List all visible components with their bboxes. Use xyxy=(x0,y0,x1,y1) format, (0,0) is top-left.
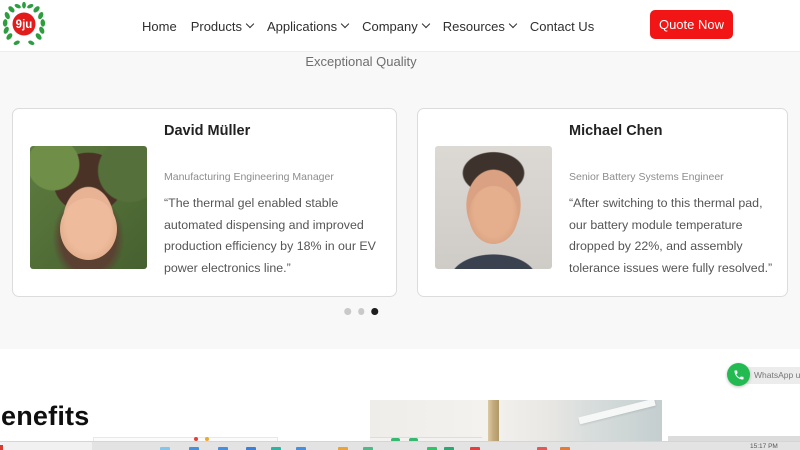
chevron-down-icon xyxy=(422,20,430,28)
logo-text: 9ju xyxy=(16,19,33,31)
section-heading: Exceptional Quality xyxy=(305,54,416,69)
nav-item-company[interactable]: Company xyxy=(362,19,429,34)
quote-now-button[interactable]: Quote Now xyxy=(650,10,733,39)
testimonial-card: David Müller Manufacturing Engineering M… xyxy=(12,108,397,297)
nav-item-resources[interactable]: Resources xyxy=(443,19,516,34)
nav-label: Contact Us xyxy=(530,19,594,34)
carousel-dot-3-active[interactable] xyxy=(371,308,378,315)
testimonials-section: Exceptional Quality David Müller Manufac… xyxy=(0,52,800,349)
site-logo[interactable]: 9ju xyxy=(1,2,47,48)
taskbar-left-segment xyxy=(0,442,92,450)
taskbar-clock[interactable]: 15:17 PM xyxy=(750,443,794,450)
testimonial-role: Manufacturing Engineering Manager xyxy=(164,171,334,183)
phone-icon xyxy=(733,369,745,381)
nav-item-contact-us[interactable]: Contact Us xyxy=(530,19,594,34)
nav-label: Home xyxy=(142,19,177,34)
laurel-logo-icon: 9ju xyxy=(1,2,47,48)
chevron-down-icon xyxy=(509,20,517,28)
chevron-down-icon xyxy=(246,20,254,28)
whatsapp-button[interactable] xyxy=(727,363,750,386)
nav-label: Products xyxy=(191,19,242,34)
taskbar-accent xyxy=(0,445,3,450)
testimonial-photo xyxy=(435,146,552,269)
nav-item-home[interactable]: Home xyxy=(142,19,177,34)
nav-label: Applications xyxy=(267,19,337,34)
testimonial-name: Michael Chen xyxy=(569,123,662,139)
nav-label: Resources xyxy=(443,19,505,34)
nav-item-products[interactable]: Products xyxy=(191,19,253,34)
testimonial-quote: “The thermal gel enabled stable automate… xyxy=(164,193,392,280)
testimonial-quote: “After switching to this thermal pad, ou… xyxy=(569,193,781,280)
testimonial-card: Michael Chen Senior Battery Systems Engi… xyxy=(417,108,788,297)
facility-photo xyxy=(370,400,662,443)
page: 9ju Home Products Applications Company R… xyxy=(0,0,800,450)
carousel-dot-1[interactable] xyxy=(344,308,351,315)
chevron-down-icon xyxy=(341,20,349,28)
photo-pipe xyxy=(488,400,499,443)
nav-label: Company xyxy=(362,19,418,34)
taskbar: 15:17 PM xyxy=(0,441,800,450)
site-header: 9ju Home Products Applications Company R… xyxy=(0,0,800,52)
main-nav: Home Products Applications Company Resou… xyxy=(142,0,594,52)
carousel-pagination xyxy=(344,308,378,315)
carousel-dot-2[interactable] xyxy=(358,308,365,315)
testimonial-photo xyxy=(30,146,147,269)
nav-item-applications[interactable]: Applications xyxy=(267,19,348,34)
testimonial-name: David Müller xyxy=(164,123,250,139)
testimonial-role: Senior Battery Systems Engineer xyxy=(569,171,724,183)
benefits-heading-partial: enefits xyxy=(1,401,89,432)
